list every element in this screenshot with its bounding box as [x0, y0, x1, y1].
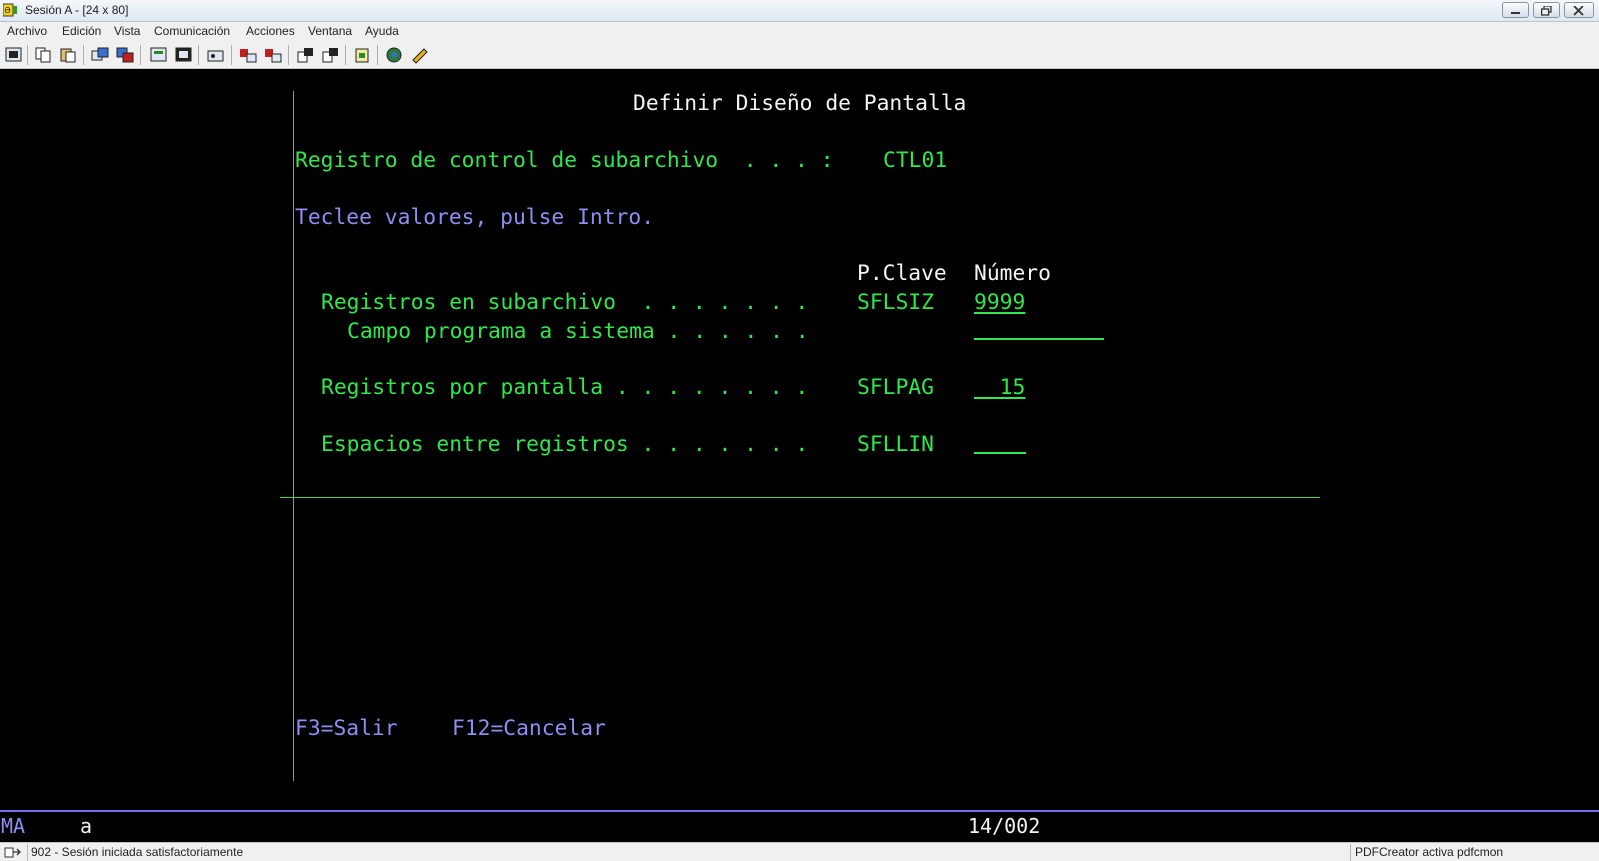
window-bottom-border — [280, 497, 1320, 498]
f12-cancel-key[interactable]: F12=Cancelar — [452, 716, 606, 742]
row-label-sflsiz: Registros en subarchivo . . . . . . . — [321, 290, 809, 315]
menu-edicion[interactable]: Edición — [62, 24, 101, 38]
row-keyword-sflsiz: SFLSIZ — [857, 290, 934, 315]
terminal-screen[interactable]: Definir Diseño de Pantalla Registro de c… — [0, 69, 1599, 810]
customize-keyboard-icon[interactable] — [353, 46, 372, 64]
status-right-message: PDFCreator activa pdfcmon — [1355, 845, 1504, 859]
sessions-icon[interactable] — [321, 46, 340, 64]
sfllin-input[interactable] — [974, 452, 1026, 454]
instructions-text: Teclee valores, pulse Intro. — [295, 205, 655, 230]
play-macro-icon[interactable] — [264, 46, 283, 64]
stop-macro-icon[interactable] — [239, 46, 258, 64]
terminal-app-icon: Ə — [3, 3, 17, 17]
column-header-keyword: P.Clave — [857, 261, 947, 286]
svg-text:Ə: Ə — [5, 6, 11, 15]
menu-comunicacion[interactable]: Comunicación — [154, 24, 230, 38]
screen-title: Definir Diseño de Pantalla — [633, 91, 967, 116]
paste-icon[interactable] — [59, 46, 78, 64]
window-left-border — [293, 91, 294, 781]
minimize-icon — [1511, 12, 1520, 14]
status-message: 902 - Sesión iniciada satisfactoriamente — [31, 845, 244, 859]
row-keyword-sflpag: SFLPAG — [857, 375, 934, 400]
display-macro-icon[interactable] — [149, 46, 168, 64]
f3-exit-key[interactable]: F3=Salir — [295, 716, 398, 742]
toolbar — [0, 41, 1599, 69]
print-screen-icon[interactable] — [4, 46, 23, 64]
status-bar: 902 - Sesión iniciada satisfactoriamente… — [0, 842, 1599, 861]
run-script-icon[interactable] — [296, 46, 315, 64]
edit-properties-icon[interactable] — [410, 46, 429, 64]
oia-indicator: MA — [1, 814, 26, 838]
sflsiz-input[interactable]: 9999 — [974, 290, 1025, 316]
menu-vista[interactable]: Vista — [114, 24, 140, 38]
receive-file-icon[interactable] — [116, 46, 135, 64]
restore-button[interactable] — [1533, 2, 1560, 18]
control-record-label: Registro de control de subarchivo . . . … — [295, 148, 834, 173]
record-macro-icon[interactable] — [206, 46, 225, 64]
row-label-sflpag: Registros por pantalla . . . . . . . . — [321, 375, 809, 400]
menu-ayuda[interactable]: Ayuda — [365, 24, 399, 38]
copy-icon[interactable] — [34, 46, 53, 64]
column-header-number: Número — [974, 261, 1051, 286]
row-keyword-sfllin: SFLLIN — [857, 432, 934, 457]
title-bar: Ə Sesión A - [24 x 80] — [0, 0, 1599, 22]
window-title: Sesión A - [24 x 80] — [25, 3, 129, 17]
menu-ventana[interactable]: Ventana — [308, 24, 352, 38]
cursor-position: 14/002 — [968, 814, 1041, 838]
row-label-program-field: Campo programa a sistema . . . . . . — [347, 319, 809, 344]
close-icon — [1573, 6, 1584, 16]
help-icon[interactable] — [385, 46, 404, 64]
menu-archivo[interactable]: Archivo — [7, 24, 47, 38]
operator-info-area: MA a 14/002 — [0, 812, 1599, 842]
menu-bar: Archivo Edición Vista Comunicación Accio… — [0, 22, 1599, 41]
keyboard-map-icon[interactable] — [174, 46, 193, 64]
connection-status-icon — [4, 847, 21, 858]
oia-input-mode: a — [80, 814, 93, 838]
minimize-button[interactable] — [1502, 2, 1529, 18]
close-button[interactable] — [1564, 2, 1594, 18]
control-record-value: CTL01 — [883, 148, 948, 173]
restore-icon — [1541, 6, 1552, 16]
row-label-sfllin: Espacios entre registros . . . . . . . — [321, 432, 809, 457]
send-file-icon[interactable] — [91, 46, 110, 64]
program-field-input[interactable] — [974, 338, 1104, 340]
menu-acciones[interactable]: Acciones — [246, 24, 295, 38]
sflpag-input[interactable]: 15 — [974, 375, 1026, 401]
